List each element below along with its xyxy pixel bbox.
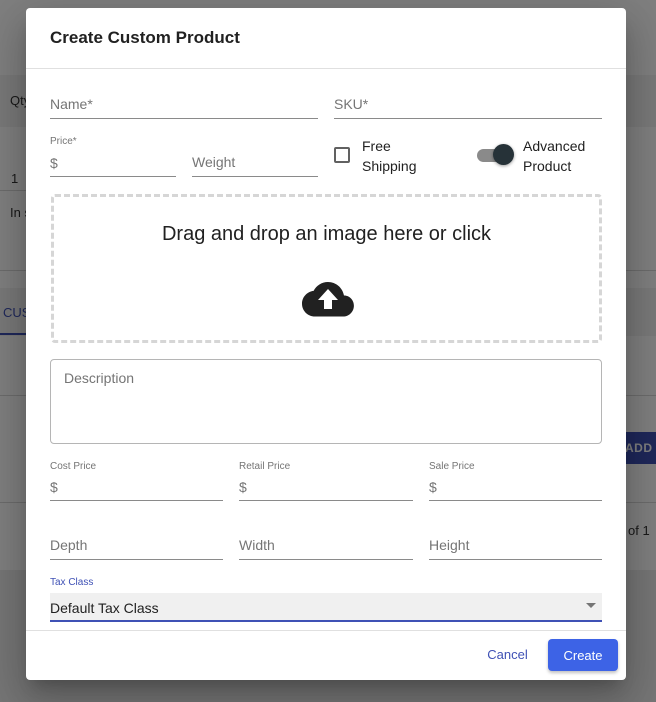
sale-price-field[interactable]: $: [429, 476, 602, 501]
cancel-button[interactable]: Cancel: [480, 641, 535, 668]
actions-divider: [26, 630, 626, 631]
cost-price-field[interactable]: $: [50, 476, 223, 501]
depth-placeholder: Depth: [50, 537, 88, 553]
dropdown-arrow-icon: [586, 603, 596, 608]
description-textarea[interactable]: Description: [50, 359, 602, 444]
width-placeholder: Width: [239, 537, 275, 553]
price-label: Price*: [50, 136, 77, 147]
free-shipping-label: Free Shipping: [362, 136, 417, 176]
free-shipping-checkbox[interactable]: [334, 147, 350, 163]
image-dropzone[interactable]: Drag and drop an image here or click: [51, 194, 602, 343]
height-field[interactable]: Height: [429, 527, 602, 560]
tax-class-label: Tax Class: [50, 577, 94, 588]
sale-price-label: Sale Price: [429, 461, 475, 472]
advanced-product-toggle-thumb[interactable]: [493, 144, 514, 165]
cost-price-prefix: $: [50, 479, 58, 495]
height-placeholder: Height: [429, 537, 470, 553]
price-field[interactable]: $: [50, 151, 176, 177]
create-product-dialog: Create Custom Product Name* SKU* Price* …: [26, 8, 626, 680]
weight-placeholder: Weight: [192, 154, 236, 170]
sale-price-prefix: $: [429, 479, 437, 495]
name-required-mark: *: [87, 96, 93, 112]
price-prefix: $: [50, 155, 58, 171]
retail-price-label: Retail Price: [239, 461, 291, 472]
price-required-mark: *: [72, 136, 77, 147]
advanced-product-label-line1: Advanced: [523, 138, 586, 154]
tax-class-select[interactable]: Default Tax Class: [50, 593, 602, 622]
retail-price-prefix: $: [239, 479, 247, 495]
description-placeholder: Description: [64, 370, 135, 386]
sku-field[interactable]: SKU*: [334, 86, 602, 119]
advanced-product-label-line2: Product: [523, 158, 572, 174]
free-shipping-label-line1: Free: [362, 138, 391, 154]
cloud-upload-icon: [302, 282, 354, 317]
name-placeholder: Name*: [50, 96, 93, 112]
sku-required-mark: *: [362, 96, 369, 112]
retail-price-field[interactable]: $: [239, 476, 413, 501]
create-button[interactable]: Create: [548, 639, 618, 671]
advanced-product-label: Advanced Product: [523, 136, 585, 176]
width-field[interactable]: Width: [239, 527, 413, 560]
weight-field[interactable]: Weight: [192, 144, 318, 177]
dropzone-text: Drag and drop an image here or click: [161, 223, 492, 245]
title-divider: [26, 68, 626, 69]
depth-field[interactable]: Depth: [50, 527, 223, 560]
dialog-title: Create Custom Product: [50, 28, 240, 47]
name-field[interactable]: Name*: [50, 86, 318, 119]
cost-price-label: Cost Price: [50, 461, 97, 472]
sku-placeholder: SKU*: [334, 96, 368, 112]
price-label-text: Price: [50, 136, 73, 147]
name-label: Name: [50, 96, 88, 112]
tax-class-value: Default Tax Class: [50, 600, 159, 616]
free-shipping-label-line2: Shipping: [362, 158, 417, 174]
sku-label: SKU: [334, 96, 363, 112]
